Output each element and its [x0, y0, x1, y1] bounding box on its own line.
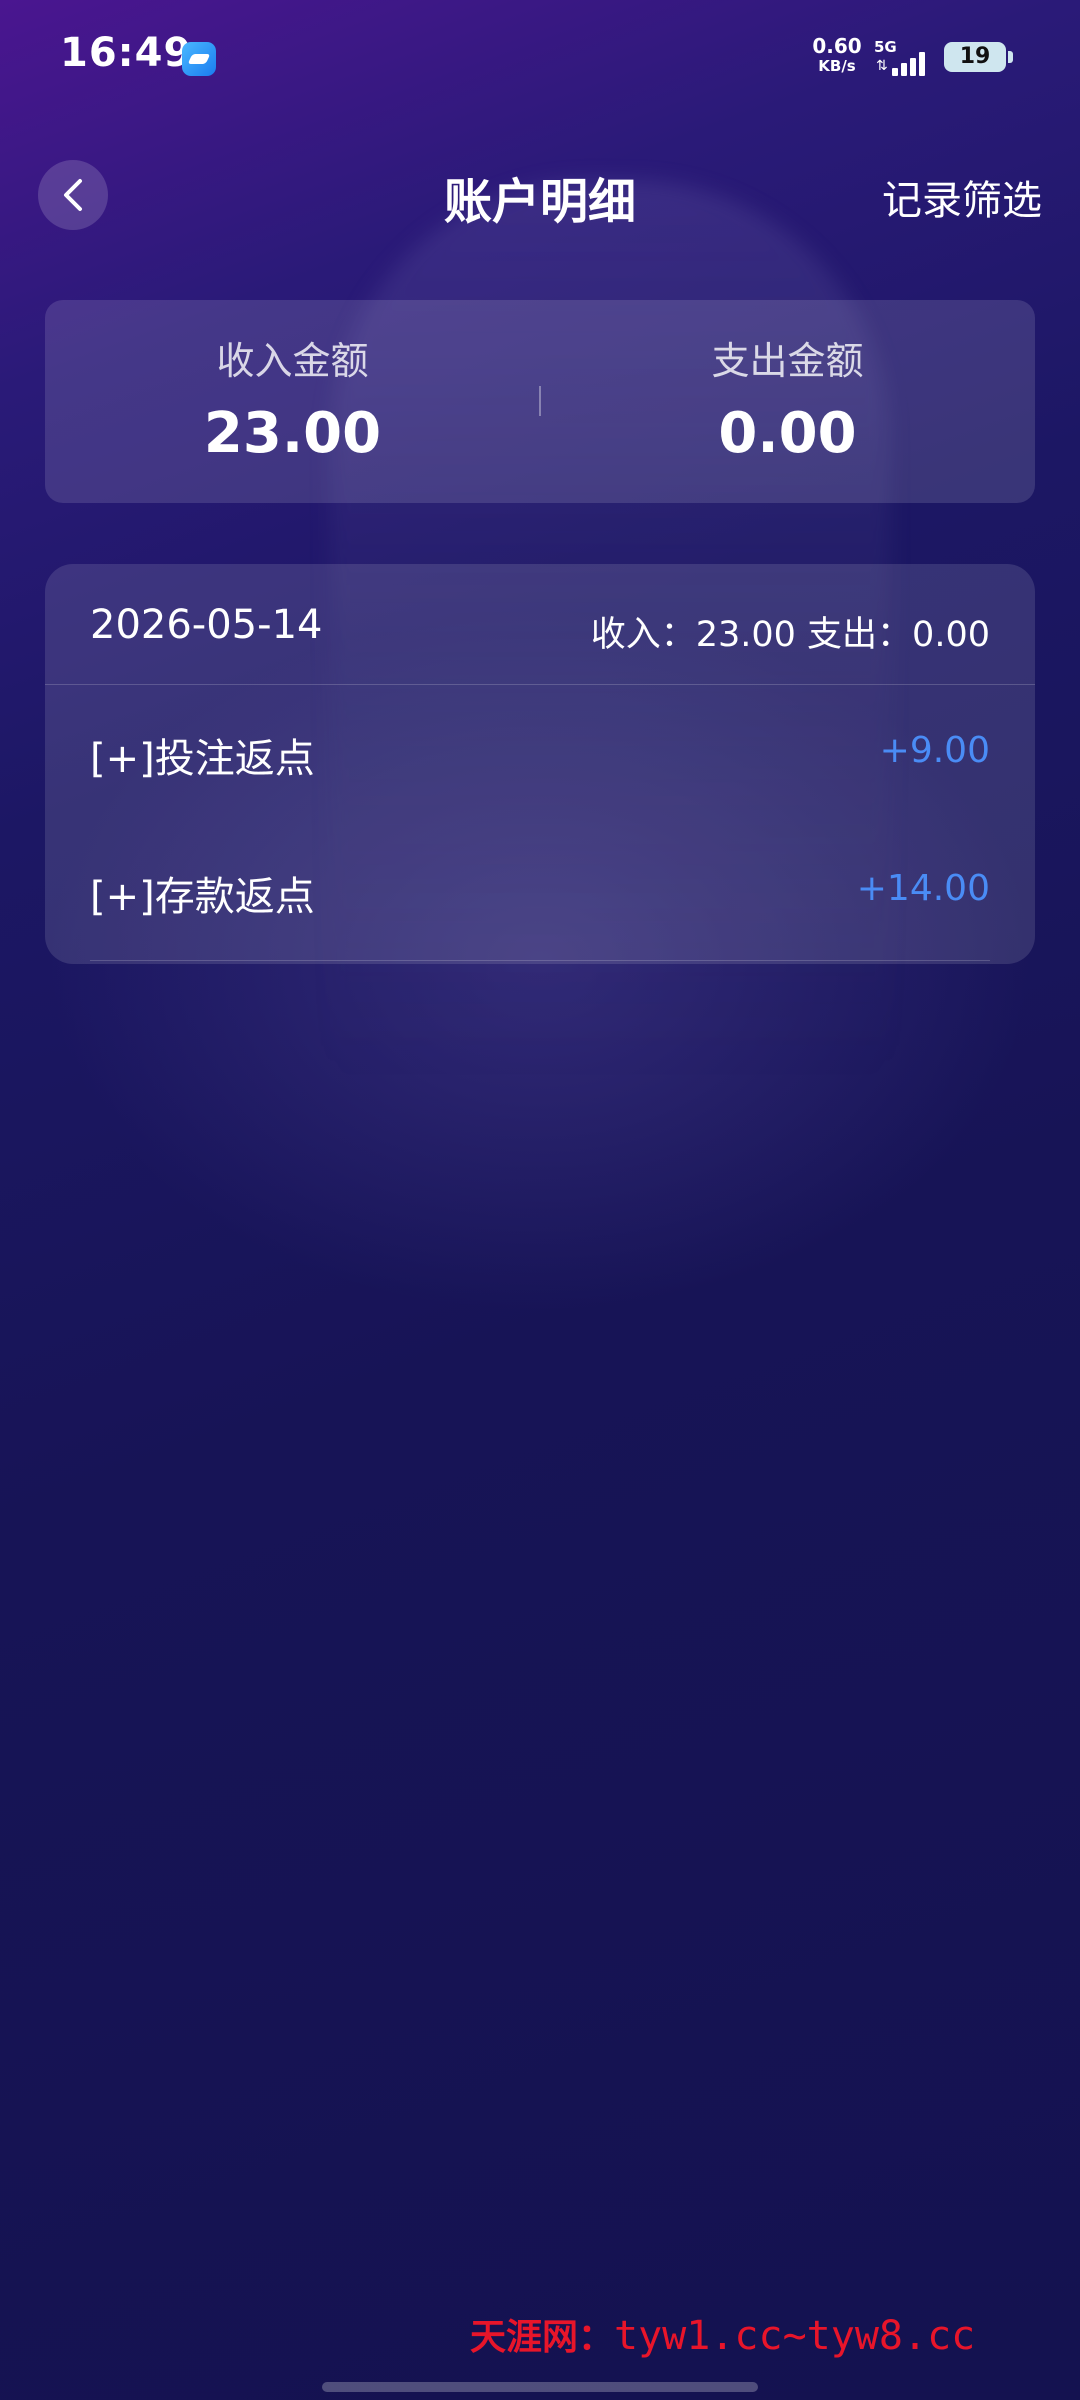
record-title: [+]存款返点: [90, 874, 315, 920]
expense-label: 支出金额: [711, 339, 864, 383]
record-date: 2026-05-14: [90, 602, 323, 648]
expense-value: 0.00: [718, 401, 857, 466]
record-filter-button[interactable]: 记录筛选: [882, 168, 1042, 226]
summary-card: 收入金额 23.00 支出金额 0.00: [45, 300, 1035, 503]
watermark-url: tyw1.cc~tyw8.cc: [614, 2313, 976, 2359]
record-amount: +14.00: [856, 868, 990, 909]
income-label: 收入金额: [216, 339, 369, 383]
watermark: 天涯网：tyw1.cc~tyw8.cc: [470, 2308, 975, 2360]
network-speed-unit: KB/s: [818, 57, 856, 75]
network-speed-value: 0.60: [812, 34, 862, 58]
list-item[interactable]: [+]投注返点 +9.00: [45, 684, 1035, 822]
expense-summary: 支出金额 0.00: [540, 330, 1035, 466]
home-indicator[interactable]: [322, 2382, 758, 2392]
income-value: 23.00: [203, 401, 382, 466]
income-summary: 收入金额 23.00: [45, 330, 540, 466]
record-list-card: 2026-05-14 收入：23.00 支出：0.00 [+]投注返点 +9.0…: [45, 564, 1035, 964]
network-speed: 0.60 KB/s: [812, 36, 862, 76]
record-amount: +9.00: [879, 730, 990, 771]
date-group-header: 2026-05-14 收入：23.00 支出：0.00: [45, 564, 1035, 685]
app-notification-icon: [182, 42, 216, 76]
record-title: [+]投注返点: [90, 736, 315, 782]
battery-cap: [1008, 51, 1013, 63]
day-summary: 收入：23.00 支出：0.00: [590, 615, 990, 655]
status-bar: 16:49 0.60 KB/s 5G ⇅ 19: [0, 0, 1080, 116]
signal-icon: [892, 48, 932, 76]
status-time: 16:49: [60, 30, 193, 76]
data-arrows-icon: ⇅: [876, 58, 888, 74]
watermark-name: 天涯网：: [470, 2316, 615, 2358]
list-item[interactable]: [+]存款返点 +14.00: [90, 822, 990, 961]
battery-icon: 19: [944, 42, 1006, 72]
